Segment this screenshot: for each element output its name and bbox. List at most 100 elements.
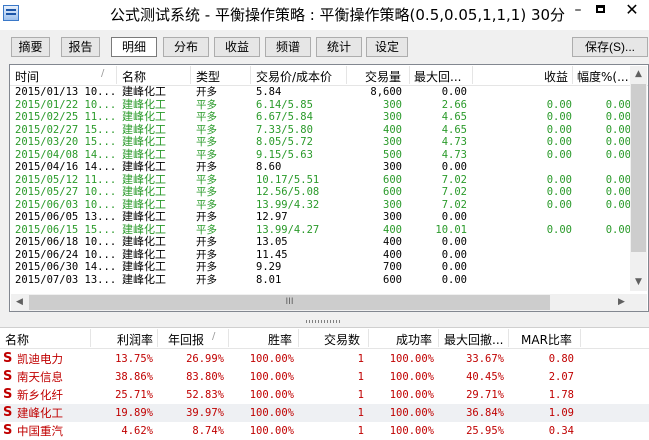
row-max-drawdown: 0.00 [441, 273, 467, 286]
table-row[interactable]: 2015/03/20 15... 建峰化工 平多 8.05/5.72 300 4.73 0.… [10, 135, 631, 149]
save-button[interactable]: 保存(S)... [572, 37, 648, 57]
list-item[interactable]: S 凯迪电力 13.75% 26.99% 100.00% 1 100.00% 33.67% 0.… [0, 350, 649, 368]
row-volume: 8,600 [370, 86, 402, 98]
col-stock-name[interactable]: 名称 [5, 331, 29, 348]
horizontal-scroll-thumb[interactable]: III [29, 295, 550, 310]
row-range: 0.00 [605, 186, 631, 198]
table-row[interactable]: 2015/06/30 14... 建峰化工 开多 9.29 700 0.00 [10, 260, 630, 274]
row-price: 7.33/5.80 [256, 123, 313, 136]
table-row[interactable]: 2015/06/05 13... 建峰化工 开多 12.97 300 0.00 [10, 210, 630, 224]
tab-detail[interactable]: 明细 [111, 37, 157, 57]
row-range: 0.00 [605, 223, 631, 236]
row-type: 平多 [196, 186, 217, 198]
col-trade-count[interactable]: 交易数 [324, 331, 360, 348]
col-range[interactable]: 幅度%(... [577, 68, 629, 85]
detail-vertical-scrollbar[interactable]: ▲ ▼ [630, 66, 647, 291]
table-row[interactable]: 2015/06/03 10... 建峰化工 平多 13.99/4.32 300 7.02 0… [10, 198, 631, 212]
row-price: 8.05/5.72 [256, 136, 313, 148]
tab-profit[interactable]: 收益 [214, 37, 260, 57]
close-button[interactable]: ✕ [616, 0, 648, 22]
list-item[interactable]: S 新乡化纤 25.71% 52.83% 100.00% 1 100.00% 29.71% 1.… [0, 386, 649, 404]
col-profit-rate[interactable]: 利润率 [117, 331, 153, 348]
row-max-drawdown: 0.00 [441, 261, 467, 273]
col-max-drawdown[interactable]: 最大回... [414, 68, 461, 85]
scrollbar-corner [630, 294, 647, 311]
row-price: 8.01 [256, 273, 282, 286]
row-volume: 400 [383, 248, 402, 261]
col-time[interactable]: 时间 [15, 68, 39, 85]
sum-stock-name: 建峰化工 [17, 406, 63, 420]
table-row[interactable]: 2015/06/18 10... 建峰化工 开多 13.05 400 0.00 [10, 235, 630, 249]
col-type[interactable]: 类型 [196, 68, 220, 85]
sum-trade-count: 1 [357, 425, 364, 437]
row-max-drawdown: 7.02 [441, 173, 467, 186]
row-profit: 0.00 [546, 123, 572, 136]
tab-summary[interactable]: 摘要 [11, 37, 50, 57]
table-row[interactable]: 2015/06/24 10... 建峰化工 开多 11.45 400 0.00 [10, 248, 630, 262]
tab-spectrum[interactable]: 频谱 [265, 37, 311, 57]
stock-type-icon: S [3, 405, 13, 420]
sum-trade-count: 1 [357, 389, 364, 401]
tab-settings[interactable]: 设定 [366, 37, 408, 57]
table-row[interactable]: 2015/02/25 11... 建峰化工 平多 6.67/5.84 300 4.65 0.… [10, 110, 631, 124]
col-win-rate[interactable]: 胜率 [268, 331, 292, 348]
col-profit[interactable]: 收益 [544, 68, 568, 85]
row-name: 建峰化工 [122, 85, 166, 98]
table-row[interactable]: 2015/01/13 10... 建峰化工 开多 5.84 8,600 0.00 [10, 85, 630, 99]
summary-list[interactable]: 名称 利润率 年回报 / 胜率 交易数 成功率 最大回撤... MAR比率 S凯… [0, 327, 649, 440]
row-max-drawdown: 4.73 [441, 136, 467, 148]
table-row[interactable]: 2015/01/22 10... 建峰化工 平多 6.14/5.85 300 2.66 0.… [10, 98, 631, 112]
list-item[interactable]: S 中国重汽 4.62% 8.74% 100.00% 1 100.00% 25.95% 0.34 [0, 422, 649, 440]
list-item[interactable]: S 南天信息 38.86% 83.80% 100.00% 1 100.00% 40.45% 2.… [0, 368, 649, 386]
maximize-button[interactable] [590, 0, 614, 22]
sum-max-drawdown: 36.84% [466, 407, 504, 419]
row-volume: 700 [383, 261, 402, 273]
table-row[interactable]: 2015/04/08 14... 建峰化工 平多 9.15/5.63 500 4.73 0.… [10, 148, 631, 162]
col-success-rate[interactable]: 成功率 [396, 331, 432, 348]
vertical-scroll-thumb[interactable] [631, 84, 646, 252]
stock-type-icon: S [3, 369, 13, 384]
col-mar-ratio[interactable]: MAR比率 [521, 331, 572, 348]
toolbar: 摘要 报告 明细 分布 收益 频谱 统计 设定 保存(S)... [0, 30, 649, 62]
col-annual-return[interactable]: 年回报 [168, 331, 204, 348]
sum-annual-return: 26.99% [186, 353, 224, 365]
row-volume: 600 [383, 186, 402, 198]
sum-mar-ratio: 1.78 [548, 389, 574, 401]
row-range: 0.00 [605, 198, 631, 211]
tab-distribution[interactable]: 分布 [163, 37, 209, 57]
table-row[interactable]: 2015/07/03 13... 建峰化工 开多 8.01 600 0.00 [10, 273, 630, 287]
row-volume: 600 [383, 273, 402, 286]
sum-win-rate: 100.00% [249, 353, 294, 365]
col-name[interactable]: 名称 [122, 68, 146, 85]
scroll-up-icon[interactable]: ▲ [630, 66, 647, 83]
row-name: 建峰化工 [122, 135, 166, 148]
tab-statistics[interactable]: 统计 [316, 37, 362, 57]
col-volume[interactable]: 交易量 [365, 68, 401, 85]
col-price[interactable]: 交易价/成本价 [256, 68, 332, 85]
sum-success-rate: 100.00% [389, 371, 434, 383]
row-range: 0.00 [605, 123, 631, 136]
table-row[interactable]: 2015/05/12 11... 建峰化工 平多 10.17/5.51 600 7.02 0… [10, 173, 631, 187]
scroll-down-icon[interactable]: ▼ [630, 274, 647, 291]
detail-horizontal-scrollbar[interactable]: ◀ III ▶ [11, 294, 630, 311]
table-row[interactable]: 2015/04/16 14... 建峰化工 开多 8.60 300 0.00 [10, 160, 630, 174]
row-type: 平多 [196, 198, 217, 211]
col-max-drawdown-sum[interactable]: 最大回撤... [444, 331, 503, 348]
row-max-drawdown: 0.00 [441, 86, 467, 98]
table-row[interactable]: 2015/05/27 10... 建峰化工 平多 12.56/5.08 600 7.02 0… [10, 185, 631, 199]
minimize-button[interactable]: – [566, 0, 590, 22]
scroll-left-icon[interactable]: ◀ [11, 294, 28, 311]
row-name: 建峰化工 [122, 235, 166, 248]
row-type: 开多 [196, 248, 217, 261]
sum-mar-ratio: 1.09 [548, 407, 574, 419]
trade-detail-list[interactable]: 时间 / 名称 类型 交易价/成本价 交易量 最大回... 收益 幅度%(...… [9, 64, 649, 312]
pane-splitter[interactable] [0, 318, 649, 326]
list-item[interactable]: S 建峰化工 19.89% 39.97% 100.00% 1 100.00% 36.84% 1.… [0, 404, 649, 422]
row-type: 开多 [196, 236, 217, 248]
table-row[interactable]: 2015/06/15 15... 建峰化工 平多 13.99/4.27 400 10.01… [10, 223, 631, 237]
scroll-right-icon[interactable]: ▶ [613, 294, 630, 311]
table-row[interactable]: 2015/02/27 15... 建峰化工 平多 7.33/5.80 400 4.65 0.… [10, 123, 631, 137]
sum-success-rate: 100.00% [389, 425, 434, 437]
tab-report[interactable]: 报告 [61, 37, 100, 57]
row-time: 2015/03/20 15... [15, 136, 117, 148]
